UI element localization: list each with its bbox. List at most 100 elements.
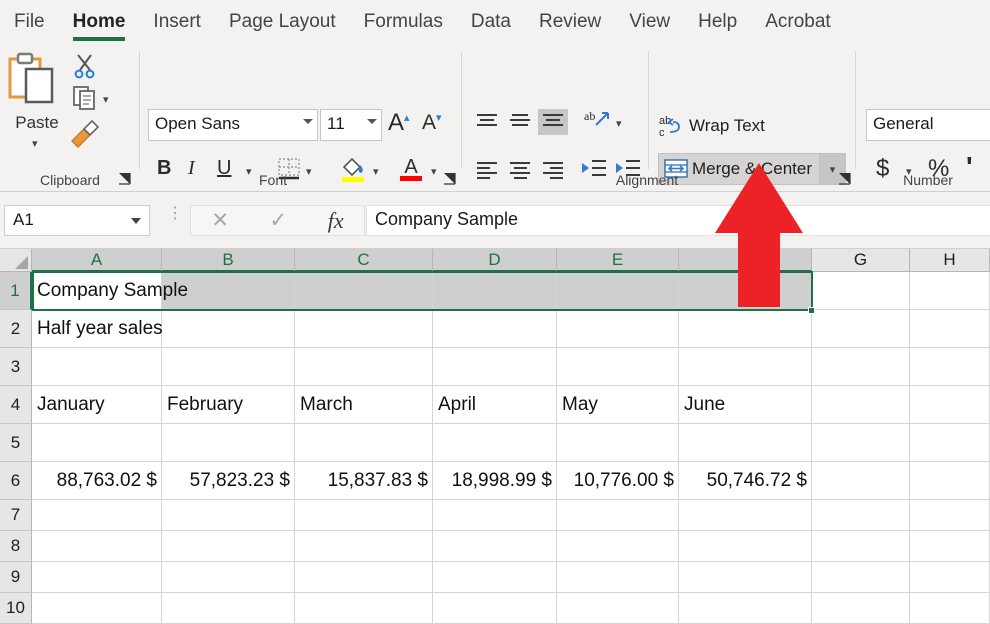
tab-file[interactable]: File — [0, 0, 59, 34]
cell-f9[interactable] — [679, 562, 812, 593]
cell-h4[interactable] — [910, 386, 990, 424]
cell-a2[interactable]: Half year sales — [32, 310, 162, 348]
cell-f5[interactable] — [679, 424, 812, 462]
cell-a9[interactable] — [32, 562, 162, 593]
row-header-4[interactable]: 4 — [0, 386, 32, 424]
cell-c3[interactable] — [295, 348, 433, 386]
column-header-b[interactable]: B — [162, 249, 295, 272]
cell-e6[interactable]: 10,776.00 $ — [557, 462, 679, 500]
formula-input[interactable]: Company Sample — [366, 205, 990, 236]
cell-e8[interactable] — [557, 531, 679, 562]
cell-c2[interactable] — [295, 310, 433, 348]
tab-help[interactable]: Help — [684, 0, 751, 34]
tab-view[interactable]: View — [615, 0, 684, 34]
number-format-input[interactable]: General — [866, 109, 990, 141]
cell-d2[interactable] — [433, 310, 557, 348]
cell-h5[interactable] — [910, 424, 990, 462]
cell-b5[interactable] — [162, 424, 295, 462]
cell-f8[interactable] — [679, 531, 812, 562]
cell-g1[interactable] — [812, 272, 910, 310]
tab-review[interactable]: Review — [525, 0, 615, 34]
cell-a1[interactable]: Company Sample — [32, 272, 162, 310]
cell-e3[interactable] — [557, 348, 679, 386]
cell-b2[interactable] — [162, 310, 295, 348]
cell-h9[interactable] — [910, 562, 990, 593]
tab-formulas[interactable]: Formulas — [350, 0, 457, 34]
cell-e1[interactable] — [557, 272, 679, 310]
tab-home[interactable]: Home — [59, 0, 140, 34]
cell-e10[interactable] — [557, 593, 679, 624]
cell-c7[interactable] — [295, 500, 433, 531]
cell-e2[interactable] — [557, 310, 679, 348]
insert-function-icon[interactable]: fx — [328, 208, 344, 234]
cell-c10[interactable] — [295, 593, 433, 624]
cell-b8[interactable] — [162, 531, 295, 562]
cell-f10[interactable] — [679, 593, 812, 624]
cell-h3[interactable] — [910, 348, 990, 386]
cell-a6[interactable]: 88,763.02 $ — [32, 462, 162, 500]
cell-g7[interactable] — [812, 500, 910, 531]
cell-g8[interactable] — [812, 531, 910, 562]
cell-g2[interactable] — [812, 310, 910, 348]
row-header-7[interactable]: 7 — [0, 500, 32, 531]
column-header-a[interactable]: A — [32, 249, 162, 272]
cell-b6[interactable]: 57,823.23 $ — [162, 462, 295, 500]
name-box[interactable]: A1 — [4, 205, 150, 236]
fill-handle[interactable] — [808, 307, 815, 314]
cell-d8[interactable] — [433, 531, 557, 562]
formula-bar-grip[interactable]: ⋮ — [167, 210, 183, 217]
tab-page-layout[interactable]: Page Layout — [215, 0, 350, 34]
row-header-1[interactable]: 1 — [0, 272, 32, 310]
cancel-icon[interactable]: ✕ — [211, 208, 229, 233]
cell-d3[interactable] — [433, 348, 557, 386]
cell-g6[interactable] — [812, 462, 910, 500]
cell-c6[interactable]: 15,837.83 $ — [295, 462, 433, 500]
cell-h6[interactable] — [910, 462, 990, 500]
cell-g4[interactable] — [812, 386, 910, 424]
cell-c1[interactable] — [295, 272, 433, 310]
column-header-e[interactable]: E — [557, 249, 679, 272]
row-header-10[interactable]: 10 — [0, 593, 32, 624]
column-header-g[interactable]: G — [812, 249, 910, 272]
tab-insert[interactable]: Insert — [139, 0, 215, 34]
row-header-3[interactable]: 3 — [0, 348, 32, 386]
cell-a5[interactable] — [32, 424, 162, 462]
cell-h1[interactable] — [910, 272, 990, 310]
cell-d4[interactable]: April — [433, 386, 557, 424]
cell-f2[interactable] — [679, 310, 812, 348]
cell-b3[interactable] — [162, 348, 295, 386]
column-header-d[interactable]: D — [433, 249, 557, 272]
row-header-8[interactable]: 8 — [0, 531, 32, 562]
cell-e9[interactable] — [557, 562, 679, 593]
cell-d7[interactable] — [433, 500, 557, 531]
cell-c8[interactable] — [295, 531, 433, 562]
cell-h7[interactable] — [910, 500, 990, 531]
tab-acrobat[interactable]: Acrobat — [751, 0, 844, 34]
column-header-h[interactable]: H — [910, 249, 990, 272]
cell-e4[interactable]: May — [557, 386, 679, 424]
cell-f4[interactable]: June — [679, 386, 812, 424]
row-header-2[interactable]: 2 — [0, 310, 32, 348]
row-header-5[interactable]: 5 — [0, 424, 32, 462]
cell-d1[interactable] — [433, 272, 557, 310]
cell-b10[interactable] — [162, 593, 295, 624]
cell-c9[interactable] — [295, 562, 433, 593]
cell-d5[interactable] — [433, 424, 557, 462]
column-header-c[interactable]: C — [295, 249, 433, 272]
cell-b4[interactable]: February — [162, 386, 295, 424]
cell-g10[interactable] — [812, 593, 910, 624]
cell-e5[interactable] — [557, 424, 679, 462]
tab-data[interactable]: Data — [457, 0, 525, 34]
cell-d10[interactable] — [433, 593, 557, 624]
row-header-6[interactable]: 6 — [0, 462, 32, 500]
cell-g5[interactable] — [812, 424, 910, 462]
cell-a3[interactable] — [32, 348, 162, 386]
cell-d9[interactable] — [433, 562, 557, 593]
cell-c4[interactable]: March — [295, 386, 433, 424]
name-box-chevron-down-icon[interactable] — [131, 218, 141, 224]
cell-g9[interactable] — [812, 562, 910, 593]
select-all-corner[interactable] — [0, 249, 32, 272]
cell-b7[interactable] — [162, 500, 295, 531]
cell-a7[interactable] — [32, 500, 162, 531]
cell-h2[interactable] — [910, 310, 990, 348]
